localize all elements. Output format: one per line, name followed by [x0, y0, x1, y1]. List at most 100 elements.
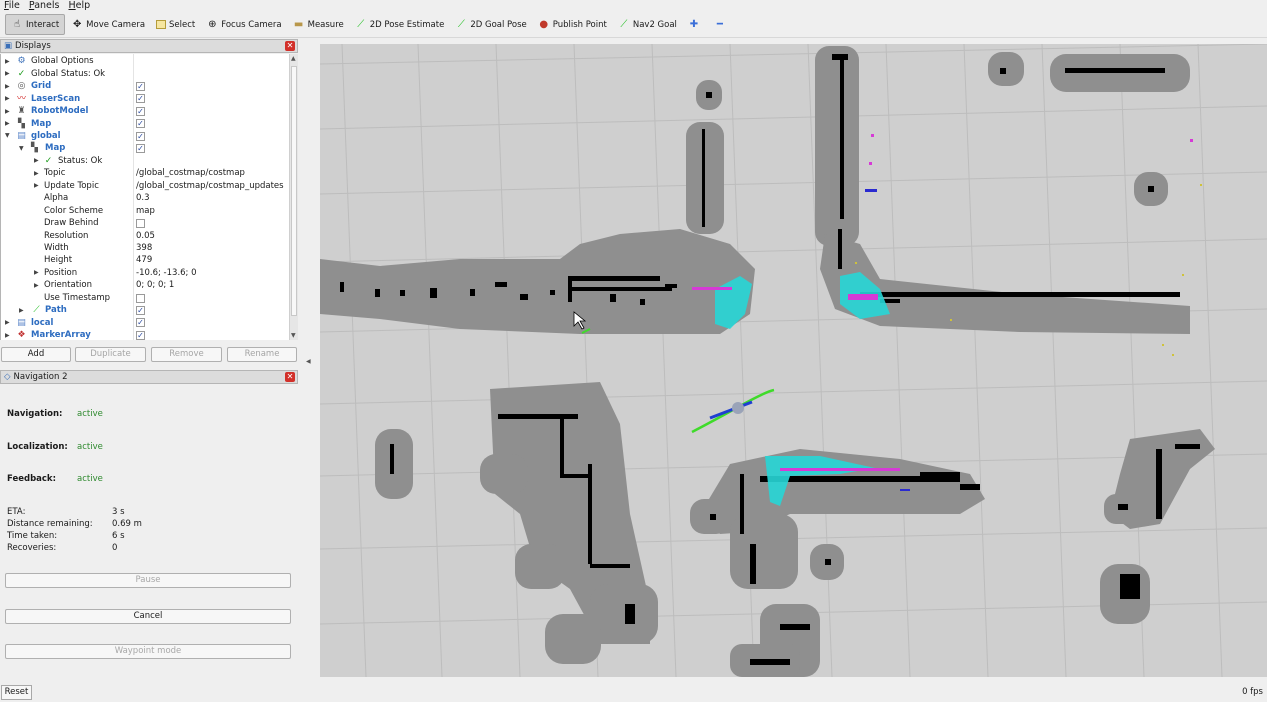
- remove-button[interactable]: Remove: [151, 347, 222, 362]
- tree-row-label: Color Scheme: [44, 205, 104, 216]
- menu-file[interactable]: File: [4, 0, 20, 11]
- enable-checkbox[interactable]: ✓: [136, 144, 145, 154]
- map-viewport[interactable]: [320, 44, 1267, 677]
- tree-topic[interactable]: ▶ Topic/global_costmap/costmap: [1, 167, 289, 180]
- tree-global-options[interactable]: ▶ ⚙ Global Options: [1, 55, 289, 68]
- remove-tool-button[interactable]: ━: [709, 14, 734, 35]
- splitter-handle-icon[interactable]: ◀: [306, 358, 311, 365]
- tree-row-value[interactable]: map: [136, 206, 155, 216]
- tree-width[interactable]: Width 398: [1, 242, 289, 255]
- costmap-inflation: [320, 46, 1215, 677]
- tree-row-value[interactable]: 0; 0; 0; 1: [136, 280, 174, 290]
- tree-global[interactable]: ▼ ▤ global ✓: [1, 130, 289, 143]
- enable-checkbox[interactable]: ✓: [136, 119, 145, 129]
- select-tool[interactable]: Select: [151, 14, 200, 35]
- tree-laserscan[interactable]: ▶ 〰 LaserScan ✓: [1, 92, 289, 105]
- add-button[interactable]: Add: [1, 347, 71, 362]
- close-icon[interactable]: ✕: [285, 41, 295, 51]
- expand-arrow-icon[interactable]: ▶: [5, 58, 13, 65]
- tree-global-map[interactable]: ▼ ▚ Map ✓: [1, 142, 289, 155]
- menu-help[interactable]: Help: [69, 0, 91, 11]
- tree-row-value[interactable]: /global_costmap/costmap: [136, 168, 245, 178]
- diamond-icon: ◇: [4, 372, 11, 382]
- enable-checkbox[interactable]: ✓: [136, 306, 145, 315]
- interact-tool[interactable]: ☝ Interact: [5, 14, 66, 35]
- expand-arrow-icon[interactable]: ▶: [5, 319, 13, 326]
- expand-arrow-icon[interactable]: ▶: [19, 307, 27, 314]
- enable-checkbox[interactable]: ✓: [136, 94, 145, 104]
- tree-global-status[interactable]: ▶ ✓ Global Status: Ok: [1, 67, 289, 80]
- tree-row-value[interactable]: -10.6; -13.6; 0: [136, 268, 197, 278]
- recoveries-label: Recoveries:: [7, 543, 57, 553]
- focus-camera-tool[interactable]: ⊕ Focus Camera: [201, 14, 286, 35]
- enable-checkbox[interactable]: ✓: [136, 318, 145, 328]
- reset-button[interactable]: Reset: [1, 685, 32, 700]
- status-bar: Reset 0 fps: [0, 682, 1267, 702]
- tree-resolution[interactable]: Resolution 0.05: [1, 229, 289, 242]
- expand-arrow-icon[interactable]: ▶: [34, 182, 42, 189]
- tree-color-scheme[interactable]: Color Scheme map: [1, 204, 289, 217]
- tree-map-status[interactable]: ▶ ✓ Status: Ok: [1, 155, 289, 168]
- publish-point-tool[interactable]: ● Publish Point: [533, 14, 612, 35]
- pose-estimate-tool[interactable]: ⟋ 2D Pose Estimate: [350, 14, 450, 35]
- tree-row-value[interactable]: /global_costmap/costmap_updates: [136, 181, 284, 191]
- menu-panels[interactable]: Panels: [29, 0, 60, 11]
- expand-arrow-icon[interactable]: ▶: [34, 269, 42, 276]
- tree-orientation[interactable]: ▶ Orientation 0; 0; 0; 1: [1, 279, 289, 292]
- expand-arrow-icon[interactable]: ▶: [5, 108, 13, 115]
- nav2-goal-tool[interactable]: ⟋ Nav2 Goal: [613, 14, 682, 35]
- scroll-down-icon[interactable]: ▼: [291, 332, 296, 339]
- tree-map[interactable]: ▶ ▚ Map ✓: [1, 117, 289, 130]
- goal-pose-tool[interactable]: ⟋ 2D Goal Pose: [450, 14, 531, 35]
- displays-scrollbar[interactable]: ▲ ▼: [289, 54, 298, 340]
- tree-row-value[interactable]: 0.05: [136, 231, 155, 241]
- enable-checkbox[interactable]: ✓: [136, 330, 145, 340]
- cancel-button[interactable]: Cancel: [5, 609, 291, 624]
- tree-alpha[interactable]: Alpha 0.3: [1, 192, 289, 205]
- tree-row-value[interactable]: 0.3: [136, 193, 150, 203]
- tree-use-timestamp[interactable]: Use Timestamp: [1, 292, 289, 305]
- expand-arrow-icon[interactable]: ▶: [34, 157, 42, 164]
- monitor-icon: ▣: [4, 41, 13, 51]
- display-type-icon: 〰: [16, 93, 26, 104]
- tree-position[interactable]: ▶ Position -10.6; -13.6; 0: [1, 267, 289, 280]
- expand-arrow-icon[interactable]: ▶: [5, 332, 13, 339]
- expand-arrow-icon[interactable]: ▶: [5, 95, 13, 102]
- expand-arrow-icon[interactable]: ▶: [34, 170, 42, 177]
- waypoint-mode-button[interactable]: Waypoint mode: [5, 644, 291, 659]
- enable-checkbox[interactable]: ✓: [136, 81, 145, 91]
- duplicate-button[interactable]: Duplicate: [75, 347, 146, 362]
- expand-arrow-icon[interactable]: ▶: [5, 83, 13, 90]
- enable-checkbox[interactable]: [136, 218, 145, 228]
- tree-grid[interactable]: ▶ ◎ Grid ✓: [1, 80, 289, 93]
- tree-robotmodel[interactable]: ▶ ♜ RobotModel ✓: [1, 105, 289, 118]
- tree-row-label: Draw Behind: [44, 218, 99, 229]
- tree-height[interactable]: Height 479: [1, 254, 289, 267]
- tree-row-value[interactable]: 398: [136, 243, 152, 253]
- tree-markerarray[interactable]: ▶ ❖ MarkerArray ✓: [1, 329, 289, 340]
- expand-arrow-icon[interactable]: ▶: [34, 282, 42, 289]
- close-icon[interactable]: ✕: [285, 372, 295, 382]
- scrollbar-thumb[interactable]: [291, 66, 297, 316]
- add-tool-button[interactable]: ✚: [683, 14, 708, 35]
- enable-checkbox[interactable]: ✓: [136, 131, 145, 141]
- scroll-up-icon[interactable]: ▲: [291, 55, 296, 62]
- tree-draw-behind[interactable]: Draw Behind: [1, 217, 289, 230]
- pause-button[interactable]: Pause: [5, 573, 291, 588]
- tree-path[interactable]: ▶ ⟋ Path ✓: [1, 304, 289, 317]
- collapse-arrow-icon[interactable]: ▼: [5, 132, 13, 139]
- rename-button[interactable]: Rename: [227, 347, 297, 362]
- enable-checkbox[interactable]: [136, 293, 145, 303]
- tree-row-label: Global Status: Ok: [31, 68, 106, 79]
- tree-local[interactable]: ▶ ▤ local ✓: [1, 316, 289, 329]
- tree-row-value[interactable]: 479: [136, 255, 152, 265]
- recoveries-value: 0: [112, 543, 118, 553]
- expand-arrow-icon[interactable]: ▶: [5, 120, 13, 127]
- tree-row-label: Path: [45, 305, 67, 316]
- expand-arrow-icon[interactable]: ▶: [5, 70, 13, 77]
- measure-tool[interactable]: ▬ Measure: [288, 14, 349, 35]
- collapse-arrow-icon[interactable]: ▼: [19, 145, 27, 152]
- enable-checkbox[interactable]: ✓: [136, 106, 145, 116]
- tree-update-topic[interactable]: ▶ Update Topic/global_costmap/costmap_upd…: [1, 180, 289, 193]
- move-camera-tool[interactable]: ✥ Move Camera: [66, 14, 150, 35]
